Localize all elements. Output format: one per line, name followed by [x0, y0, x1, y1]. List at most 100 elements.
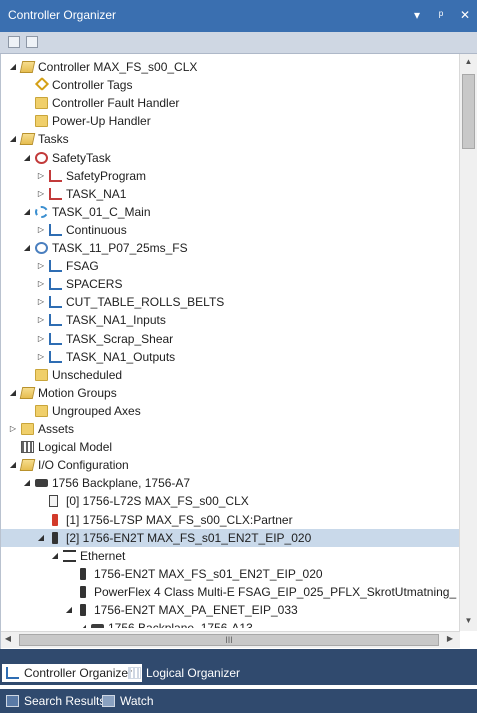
- tree-node[interactable]: ▷ FSAG: [1, 257, 460, 275]
- module-icon: [80, 585, 86, 598]
- tree-node[interactable]: Unscheduled: [1, 366, 460, 384]
- tree-node-label: TASK_NA1_Inputs: [66, 313, 166, 328]
- tree-node[interactable]: ◢ TASK_01_C_Main: [1, 203, 460, 221]
- safety-task-icon: [35, 151, 48, 164]
- tree-node[interactable]: Logical Model: [1, 438, 460, 456]
- tree-node-label: FSAG: [66, 259, 99, 274]
- tab-strip-gap: [0, 649, 477, 661]
- tree-node[interactable]: Ungrouped Axes: [1, 402, 460, 420]
- expand-arrow-icon[interactable]: ▷: [35, 348, 47, 366]
- collapse-arrow-icon[interactable]: ◢: [21, 239, 33, 257]
- tree-node[interactable]: 1756-EN2T MAX_FS_s01_EN2T_EIP_020: [1, 565, 460, 583]
- tab-label: Watch: [120, 694, 154, 708]
- tree-node[interactable]: ◢ I/O Configuration: [1, 456, 460, 474]
- tree-node[interactable]: Power-Up Handler: [1, 112, 460, 130]
- tree-node[interactable]: Controller Tags: [1, 76, 460, 94]
- tree-node-label: Controller Tags: [52, 78, 133, 93]
- expand-all-icon[interactable]: [26, 36, 38, 48]
- folder-icon: [21, 423, 34, 435]
- collapse-arrow-icon[interactable]: ◢: [7, 456, 19, 474]
- tree-node[interactable]: ▷ TASK_NA1: [1, 185, 460, 203]
- vertical-scrollbar[interactable]: ▲ ▼: [459, 54, 477, 631]
- folder-open-icon: [19, 133, 36, 146]
- backplane-icon: [91, 624, 104, 628]
- collapse-arrow-icon[interactable]: ◢: [49, 547, 61, 565]
- collapse-arrow-icon[interactable]: ◢: [7, 58, 19, 76]
- folder-icon: [35, 97, 48, 110]
- tree-node-label: Unscheduled: [52, 367, 123, 382]
- horizontal-scroll-thumb[interactable]: III: [19, 634, 439, 646]
- tab-logical-organizer[interactable]: Logical Organizer: [124, 664, 266, 682]
- folder-open-icon: [19, 61, 36, 73]
- panel-title-bar: Controller Organizer ▾ ᵖ ✕: [0, 0, 477, 32]
- module-icon: [52, 531, 58, 544]
- expand-arrow-icon[interactable]: ▷: [35, 330, 47, 348]
- tree-node[interactable]: ◢ Ethernet: [1, 547, 460, 565]
- horizontal-scrollbar[interactable]: ◀ III ▶: [1, 631, 460, 648]
- tree-node-label: CUT_TABLE_ROLLS_BELTS: [66, 295, 225, 310]
- scroll-down-icon[interactable]: ▼: [460, 616, 477, 625]
- tab-label: Logical Organizer: [146, 666, 241, 680]
- vertical-scroll-thumb[interactable]: [462, 74, 475, 149]
- expand-arrow-icon[interactable]: ▷: [35, 221, 47, 239]
- dropdown-menu-icon[interactable]: ▾: [411, 8, 423, 22]
- scroll-right-icon[interactable]: ▶: [443, 634, 457, 643]
- expand-arrow-icon[interactable]: ▷: [35, 167, 47, 185]
- tab-label: Search Results: [24, 694, 106, 708]
- tree-node[interactable]: ◢ [2] 1756-EN2T MAX_FS_s01_EN2T_EIP_020: [1, 528, 460, 547]
- tab-watch[interactable]: Watch: [98, 692, 188, 710]
- collapse-arrow-icon[interactable]: ◢: [77, 619, 89, 628]
- tree-node[interactable]: [0] 1756-L72S MAX_FS_s00_CLX: [1, 492, 460, 510]
- tree-node-label: [2] 1756-EN2T MAX_FS_s01_EN2T_EIP_020: [66, 530, 312, 545]
- collapse-arrow-icon[interactable]: ◢: [21, 149, 33, 167]
- logical-organizer-icon: [128, 667, 141, 679]
- folder-icon: [35, 404, 48, 417]
- program-icon: [49, 223, 62, 236]
- tree-node[interactable]: ▷ TASK_NA1_Inputs: [1, 311, 460, 329]
- expand-arrow-icon[interactable]: ▷: [35, 311, 47, 329]
- tree-node[interactable]: ◢ Controller MAX_FS_s00_CLX: [1, 58, 460, 76]
- tree-node[interactable]: ◢ Tasks: [1, 130, 460, 148]
- tree-node[interactable]: ◢ Motion Groups: [1, 384, 460, 402]
- program-icon: [49, 332, 62, 345]
- collapse-arrow-icon[interactable]: ◢: [7, 384, 19, 402]
- tree-node[interactable]: ▷ CUT_TABLE_ROLLS_BELTS: [1, 293, 460, 311]
- tab-controller-organizer[interactable]: Controller Organizer: [2, 664, 142, 682]
- tree-node[interactable]: Controller Fault Handler: [1, 94, 460, 112]
- tree-node[interactable]: ▷ TASK_NA1_Outputs: [1, 348, 460, 366]
- tree-node[interactable]: ◢ SafetyTask: [1, 149, 460, 167]
- tree-node[interactable]: ◢ TASK_11_P07_25ms_FS: [1, 239, 460, 257]
- expand-arrow-icon[interactable]: ▷: [35, 185, 47, 203]
- collapse-arrow-icon[interactable]: ◢: [63, 601, 75, 619]
- tree-node[interactable]: ▷ Assets: [1, 420, 460, 438]
- scroll-up-icon[interactable]: ▲: [460, 57, 477, 66]
- module-icon: [80, 604, 86, 616]
- tree-node[interactable]: ◢ 1756-EN2T MAX_PA_ENET_EIP_033: [1, 601, 460, 619]
- expand-arrow-icon[interactable]: ▷: [7, 420, 19, 438]
- tree-node[interactable]: [1] 1756-L7SP MAX_FS_s00_CLX:Partner: [1, 511, 460, 529]
- expand-arrow-icon[interactable]: ▷: [35, 275, 47, 293]
- tree-node[interactable]: ▷ TASK_Scrap_Shear: [1, 330, 460, 348]
- expand-arrow-icon[interactable]: ▷: [35, 257, 47, 275]
- tree-node[interactable]: ▷ Continuous: [1, 221, 460, 239]
- tree-node[interactable]: ▷ SafetyProgram: [1, 167, 460, 185]
- tag-icon: [34, 77, 50, 92]
- search-results-icon: [6, 695, 19, 707]
- periodic-task-icon: [35, 242, 48, 254]
- safety-program-icon: [49, 187, 62, 200]
- tree-node[interactable]: ◢ 1756 Backplane, 1756-A13: [1, 619, 460, 628]
- pin-icon[interactable]: ᵖ: [435, 8, 447, 22]
- scroll-left-icon[interactable]: ◀: [1, 634, 15, 643]
- folder-open-icon: [19, 459, 36, 472]
- close-icon[interactable]: ✕: [459, 8, 471, 22]
- tree-node[interactable]: ▷ SPACERS: [1, 275, 460, 293]
- collapse-arrow-icon[interactable]: ◢: [21, 203, 33, 221]
- tree-node[interactable]: PowerFlex 4 Class Multi-E FSAG_EIP_025_P…: [1, 583, 460, 601]
- tree-node[interactable]: ◢ 1756 Backplane, 1756-A7: [1, 474, 460, 492]
- expand-arrow-icon[interactable]: ▷: [35, 293, 47, 311]
- collapse-arrow-icon[interactable]: ◢: [7, 130, 19, 148]
- collapse-all-icon[interactable]: [8, 36, 20, 48]
- collapse-arrow-icon[interactable]: ◢: [21, 474, 33, 492]
- tree-node-label: 1756 Backplane, 1756-A13: [108, 619, 253, 628]
- collapse-arrow-icon[interactable]: ◢: [35, 529, 47, 547]
